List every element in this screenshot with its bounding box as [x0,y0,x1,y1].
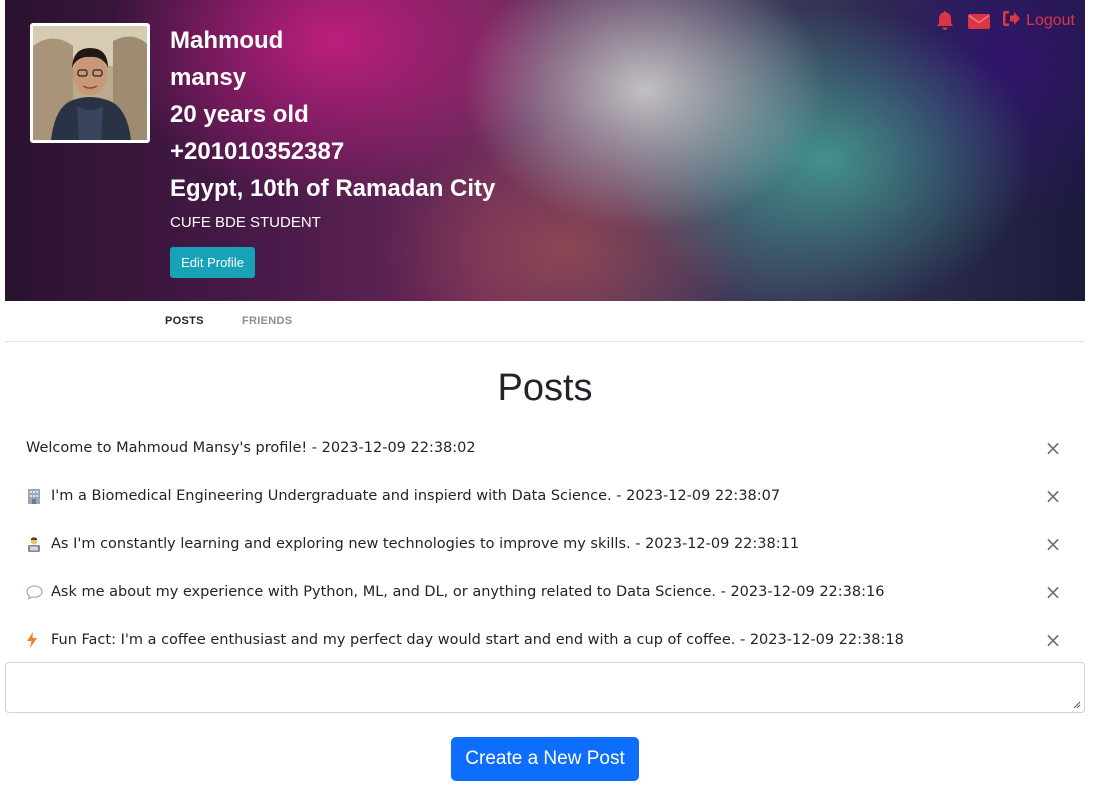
top-actions: Logout [934,10,1075,32]
posts-heading: Posts [497,367,593,409]
post-text: I'm a Biomedical Engineering Undergradua… [51,488,781,504]
post-item: As I'm constantly learning and exploring… [5,520,1085,568]
bell-icon[interactable] [934,10,956,32]
tab-friends[interactable]: FRIENDS [242,315,292,327]
post-item: Welcome to Mahmoud Mansy's profile! - 20… [5,424,1085,472]
post-text: As I'm constantly learning and exploring… [51,536,800,552]
post-item: Ask me about my experience with Python, … [5,568,1085,616]
post-text: Welcome to Mahmoud Mansy's profile! - 20… [26,440,476,456]
profile-age: 20 years old [170,101,309,128]
logout-label: Logout [1026,12,1075,29]
post-item: I'm a Biomedical Engineering Undergradua… [5,472,1085,520]
delete-post-icon[interactable]: × [1043,486,1063,506]
delete-post-icon[interactable]: × [1043,438,1063,458]
delete-post-icon[interactable]: × [1043,534,1063,554]
new-post-textarea[interactable] [5,662,1085,713]
profile-info: Mahmoud mansy 20 years old +201010352387… [170,22,495,233]
office-building-icon [26,488,44,504]
resize-grip-icon[interactable] [1072,700,1081,709]
post-text: Ask me about my experience with Python, … [51,584,885,600]
technologist-icon [26,536,44,552]
post-text: Fun Fact: I'm a coffee enthusiast and my… [51,632,904,648]
delete-post-icon[interactable]: × [1043,630,1063,650]
profile-location: Egypt, 10th of Ramadan City [170,175,496,202]
logout-link[interactable]: Logout [1002,10,1075,32]
edit-profile-button[interactable]: Edit Profile [170,247,255,278]
profile-last-name: mansy [170,64,247,91]
speech-bubble-icon [26,584,44,600]
tab-posts[interactable]: POSTS [165,315,204,327]
lightning-icon [26,632,44,648]
profile-tabs: POSTS FRIENDS [5,301,1085,342]
post-item: Fun Fact: I'm a coffee enthusiast and my… [5,616,1085,664]
create-post-button[interactable]: Create a New Post [451,737,639,781]
profile-bio: CUFE BDE STUDENT [170,214,321,231]
envelope-icon[interactable] [968,10,991,32]
profile-phone: +201010352387 [170,138,345,165]
profile-header: Mahmoud mansy 20 years old +201010352387… [5,0,1085,301]
profile-photo [33,26,147,140]
delete-post-icon[interactable]: × [1043,582,1063,602]
sign-out-icon [1002,10,1021,32]
avatar [30,23,150,143]
post-list: Welcome to Mahmoud Mansy's profile! - 20… [5,424,1085,664]
profile-first-name: Mahmoud [170,27,284,54]
